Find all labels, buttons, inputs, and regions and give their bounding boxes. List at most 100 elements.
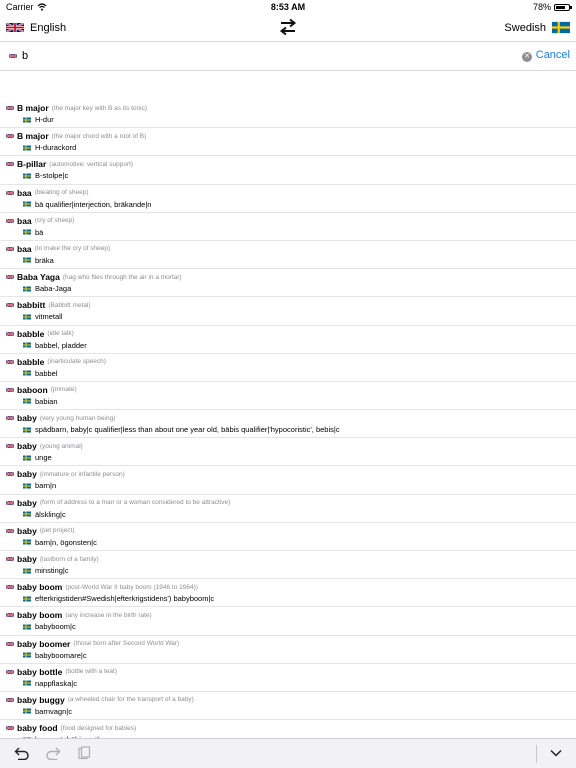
entry-term: babble bbox=[17, 328, 45, 339]
entry-term: baby bbox=[17, 441, 37, 452]
entry-gloss: (automotive: vertical support) bbox=[49, 160, 134, 168]
battery-icon bbox=[554, 3, 572, 11]
entry-term: B-pillar bbox=[17, 159, 47, 170]
entry-translation: babbel, pladder bbox=[35, 340, 87, 350]
entry-header: babble (idle talk) bbox=[6, 329, 74, 339]
entry-translation: efterkrigstiden#Swedish|efterkrigstidens… bbox=[35, 594, 215, 604]
list-item[interactable]: baby buggy (a wheeled chair for the trans… bbox=[0, 692, 576, 721]
chevron-down-icon[interactable] bbox=[548, 746, 564, 760]
list-item[interactable]: Baba Yaga (hag who flies through the air … bbox=[0, 269, 576, 298]
entry-term: baa bbox=[17, 243, 32, 254]
list-item[interactable]: baby (immature or infantile person) barn|n bbox=[0, 466, 576, 495]
uk-flag-icon bbox=[6, 133, 14, 139]
entry-gloss: (those born after Second World War) bbox=[73, 640, 180, 648]
list-item[interactable]: babbitt (Babbitt metal) vitmetall bbox=[0, 297, 576, 326]
search-input[interactable] bbox=[22, 47, 502, 65]
list-item[interactable]: B-pillar (automotive: vertical support) B-… bbox=[0, 156, 576, 185]
list-item[interactable]: baby boom (post-World War II baby boom (1… bbox=[0, 579, 576, 608]
language-header: English Swedish bbox=[0, 14, 576, 41]
battery-group: 78% bbox=[533, 0, 572, 14]
entry-translation: barn|n, ögonsten|c bbox=[35, 537, 97, 547]
entry-term: babble bbox=[17, 356, 45, 367]
entry-translation: barn|n bbox=[35, 481, 57, 491]
list-item[interactable]: baa (bleating of sheep) bä qualifier|inter… bbox=[0, 185, 576, 213]
cancel-button[interactable]: Cancel bbox=[536, 49, 570, 61]
list-item[interactable]: baby boom (any increase in the birth rate… bbox=[0, 607, 576, 636]
entry-gloss: (very young human being) bbox=[39, 414, 116, 422]
list-item[interactable]: baboon (primate) babian bbox=[0, 382, 576, 411]
entry-header: baa (cry of sheep) bbox=[6, 216, 74, 226]
uk-flag-icon bbox=[6, 669, 14, 675]
list-item[interactable]: baby (very young human being) spädbarn, ba… bbox=[0, 410, 576, 439]
entry-gloss: (post-World War II baby boom (1946 to 19… bbox=[65, 583, 198, 591]
entry-translation: spädbarn, baby|c qualifier|less than abo… bbox=[35, 425, 340, 435]
list-item[interactable]: babble (inarticulate speech) babbel bbox=[0, 354, 576, 382]
entry-header: baby (immature or infantile person) bbox=[6, 469, 125, 479]
entry-gloss: (pet project) bbox=[39, 527, 75, 535]
list-item[interactable]: baby food(food designed for babies)barnm… bbox=[0, 720, 576, 738]
entry-translation-line: H-durackord bbox=[23, 143, 76, 152]
entry-term: baa bbox=[17, 187, 32, 198]
entry-header: baby food (food designed for babies) bbox=[6, 723, 136, 733]
entry-translation: H-dur bbox=[35, 115, 54, 124]
keyboard-toolbar bbox=[0, 738, 576, 768]
target-language-button[interactable]: Swedish bbox=[504, 14, 570, 41]
list-item[interactable]: baby (young animal) unge bbox=[0, 438, 576, 467]
redo-icon[interactable] bbox=[45, 746, 61, 760]
entry-translation: babbel bbox=[35, 368, 58, 378]
uk-flag-icon bbox=[6, 612, 14, 618]
list-item[interactable]: baa (to make the cry of sheep) bräka bbox=[0, 241, 576, 270]
entry-header: Baba Yaga (hag who flies through the air … bbox=[6, 272, 182, 282]
swedish-flag-icon bbox=[23, 455, 31, 461]
swedish-flag-icon bbox=[23, 539, 31, 545]
entry-translation-line: babyboom|c bbox=[23, 622, 76, 631]
swap-languages-icon[interactable] bbox=[278, 18, 298, 36]
entry-term: babbitt bbox=[17, 300, 46, 311]
uk-flag-icon bbox=[6, 274, 14, 280]
entry-gloss: (a wheeled chair for the transport of a … bbox=[67, 696, 194, 704]
swedish-flag-icon bbox=[23, 201, 31, 207]
list-item[interactable]: babble (idle talk) babbel, pladder bbox=[0, 326, 576, 354]
entry-translation-line: barnvagn|c bbox=[23, 707, 72, 716]
list-item[interactable]: B major (the major chord with a root of B… bbox=[0, 128, 576, 157]
list-item[interactable]: baby (form of address to a man or a woman… bbox=[0, 495, 576, 523]
entry-gloss: (the major key with B as its tonic) bbox=[51, 104, 148, 112]
entry-gloss: (bottle with a teat) bbox=[65, 668, 118, 676]
entry-translation: bä qualifier|interjection, bräkande|n bbox=[35, 199, 152, 209]
entry-gloss: (form of address to a man or a woman con… bbox=[39, 499, 231, 507]
swedish-flag-icon bbox=[23, 511, 31, 517]
source-language-button[interactable]: English bbox=[6, 14, 66, 41]
list-item[interactable]: B major (the major key with B as its toni… bbox=[0, 100, 576, 129]
entry-translation: vitmetall bbox=[35, 312, 63, 322]
entry-translation-line: minsting|c bbox=[23, 566, 69, 575]
swedish-flag-icon bbox=[23, 314, 31, 320]
swedish-flag-icon bbox=[23, 680, 31, 686]
entry-translation-line: bä bbox=[23, 228, 43, 237]
entry-translation: B-stolpe|c bbox=[35, 171, 69, 181]
list-item[interactable]: baby boomer (those born after Second Worl… bbox=[0, 636, 576, 664]
paste-icon[interactable] bbox=[76, 746, 92, 760]
uk-flag-icon bbox=[6, 415, 14, 421]
status-time: 8:53 AM bbox=[270, 2, 306, 12]
entry-gloss: (hag who flies through the air in a mort… bbox=[62, 273, 182, 281]
search-bar: ✕ Cancel bbox=[0, 41, 576, 71]
list-item[interactable]: baby (lastborn of a family) minsting|c bbox=[0, 551, 576, 580]
entry-translation-line: bä qualifier|interjection, bräkande|n bbox=[23, 200, 151, 209]
entry-term: baby bbox=[17, 554, 37, 564]
clear-search-icon[interactable]: ✕ bbox=[522, 52, 532, 62]
undo-icon[interactable] bbox=[14, 746, 30, 760]
entry-translation-line: babyboomare|c bbox=[23, 651, 87, 660]
entry-header: baby buggy (a wheeled chair for the trans… bbox=[6, 695, 194, 705]
list-item[interactable]: baa (cry of sheep) bä bbox=[0, 213, 576, 241]
entry-term: baboon bbox=[17, 384, 48, 395]
entry-translation: Baba-Jaga bbox=[35, 284, 72, 294]
entry-translation-line: efterkrigstiden#Swedish|efterkrigstidens… bbox=[23, 594, 214, 603]
list-item[interactable]: baby bottle (bottle with a teat) nappflask… bbox=[0, 664, 576, 692]
entry-translation-line: B-stolpe|c bbox=[23, 171, 68, 180]
entry-translation: minsting|c bbox=[35, 566, 69, 575]
entry-gloss: (lastborn of a family) bbox=[39, 555, 99, 563]
entry-term: baby buggy bbox=[17, 694, 65, 705]
entry-translation-line: unge bbox=[23, 453, 52, 462]
entry-term: B major bbox=[17, 103, 49, 113]
list-item[interactable]: baby (pet project) barn|n, ögonsten|c bbox=[0, 523, 576, 551]
